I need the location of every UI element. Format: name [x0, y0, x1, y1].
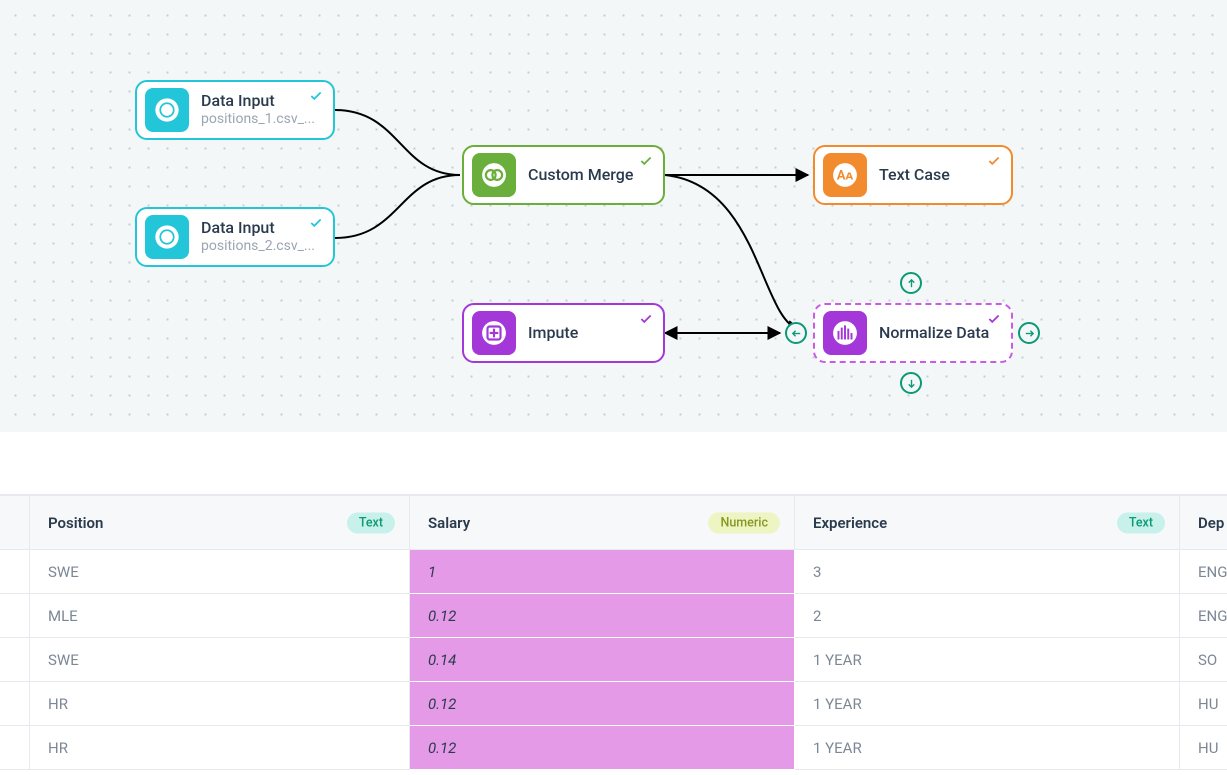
cell-experience: 1 YEAR	[795, 726, 1180, 770]
check-icon	[309, 88, 323, 107]
merge-icon	[472, 153, 516, 197]
check-icon	[987, 311, 1001, 330]
table-row[interactable]: HR0.121 YEARHU	[0, 682, 1227, 726]
node-impute[interactable]: Impute	[462, 303, 665, 363]
cell-experience: 2	[795, 594, 1180, 638]
data-input-icon	[145, 215, 189, 259]
cell-experience: 1 YEAR	[795, 638, 1180, 682]
impute-icon	[472, 311, 516, 355]
check-icon	[639, 311, 653, 330]
column-label: Salary	[428, 514, 470, 532]
check-icon	[639, 153, 653, 172]
column-header-salary[interactable]: Salary Numeric	[410, 496, 795, 550]
node-title: Text Case	[879, 165, 950, 185]
data-input-icon	[145, 88, 189, 132]
node-custom-merge[interactable]: Custom Merge	[462, 145, 665, 205]
cell-salary: 0.14	[410, 638, 795, 682]
cell-department: HU	[1180, 682, 1227, 726]
cell-department: SO	[1180, 638, 1227, 682]
table-row[interactable]: SWE13ENG	[0, 550, 1227, 594]
cell-position: HR	[30, 682, 410, 726]
check-icon	[309, 215, 323, 234]
handle-left-icon[interactable]	[785, 322, 807, 344]
table-header-row: Position Text Salary Numeric Experience …	[0, 496, 1227, 550]
column-header-position[interactable]: Position Text	[30, 496, 410, 550]
cell-salary: 0.12	[410, 594, 795, 638]
cell-department: ENG	[1180, 594, 1227, 638]
svg-text:Aᴀ: Aᴀ	[837, 168, 854, 183]
column-label: Experience	[813, 514, 887, 532]
node-subtitle: positions_2.csv_...	[201, 238, 315, 256]
cell-position: MLE	[30, 594, 410, 638]
cell-salary: 1	[410, 550, 795, 594]
text-case-icon: Aᴀ	[823, 153, 867, 197]
node-title: Custom Merge	[528, 165, 633, 185]
cell-position: HR	[30, 726, 410, 770]
type-badge: Text	[1117, 512, 1165, 533]
handle-right-icon[interactable]	[1018, 322, 1040, 344]
column-label: Dep	[1198, 514, 1224, 532]
data-preview-table: Position Text Salary Numeric Experience …	[0, 494, 1227, 770]
workflow-canvas[interactable]: Data Input positions_1.csv_... Data Inpu…	[0, 0, 1227, 432]
node-title: Normalize Data	[879, 323, 989, 343]
column-label: Position	[48, 514, 103, 532]
node-data-input-2[interactable]: Data Input positions_2.csv_...	[135, 207, 335, 267]
handle-up-icon[interactable]	[900, 272, 922, 294]
node-data-input-1[interactable]: Data Input positions_1.csv_...	[135, 80, 335, 140]
cell-position: SWE	[30, 550, 410, 594]
cell-department: ENG	[1180, 550, 1227, 594]
cell-experience: 1 YEAR	[795, 682, 1180, 726]
node-title: Impute	[528, 323, 578, 343]
cell-salary: 0.12	[410, 682, 795, 726]
check-icon	[987, 153, 1001, 172]
handle-down-icon[interactable]	[900, 372, 922, 394]
column-header-department[interactable]: Dep	[1180, 496, 1227, 550]
column-header-experience[interactable]: Experience Text	[795, 496, 1180, 550]
type-badge: Numeric	[708, 512, 780, 533]
cell-experience: 3	[795, 550, 1180, 594]
node-normalize-data[interactable]: Normalize Data	[813, 303, 1013, 363]
cell-salary: 0.12	[410, 726, 795, 770]
table-row[interactable]: HR0.121 YEARHU	[0, 726, 1227, 770]
cell-department: HU	[1180, 726, 1227, 770]
table-row[interactable]: SWE0.141 YEARSO	[0, 638, 1227, 682]
node-title: Data Input	[201, 218, 315, 238]
node-title: Data Input	[201, 91, 315, 111]
cell-position: SWE	[30, 638, 410, 682]
normalize-icon	[823, 311, 867, 355]
node-subtitle: positions_1.csv_...	[201, 111, 315, 129]
table-row[interactable]: MLE0.122ENG	[0, 594, 1227, 638]
node-text-case[interactable]: Aᴀ Text Case	[813, 145, 1013, 205]
type-badge: Text	[347, 512, 395, 533]
